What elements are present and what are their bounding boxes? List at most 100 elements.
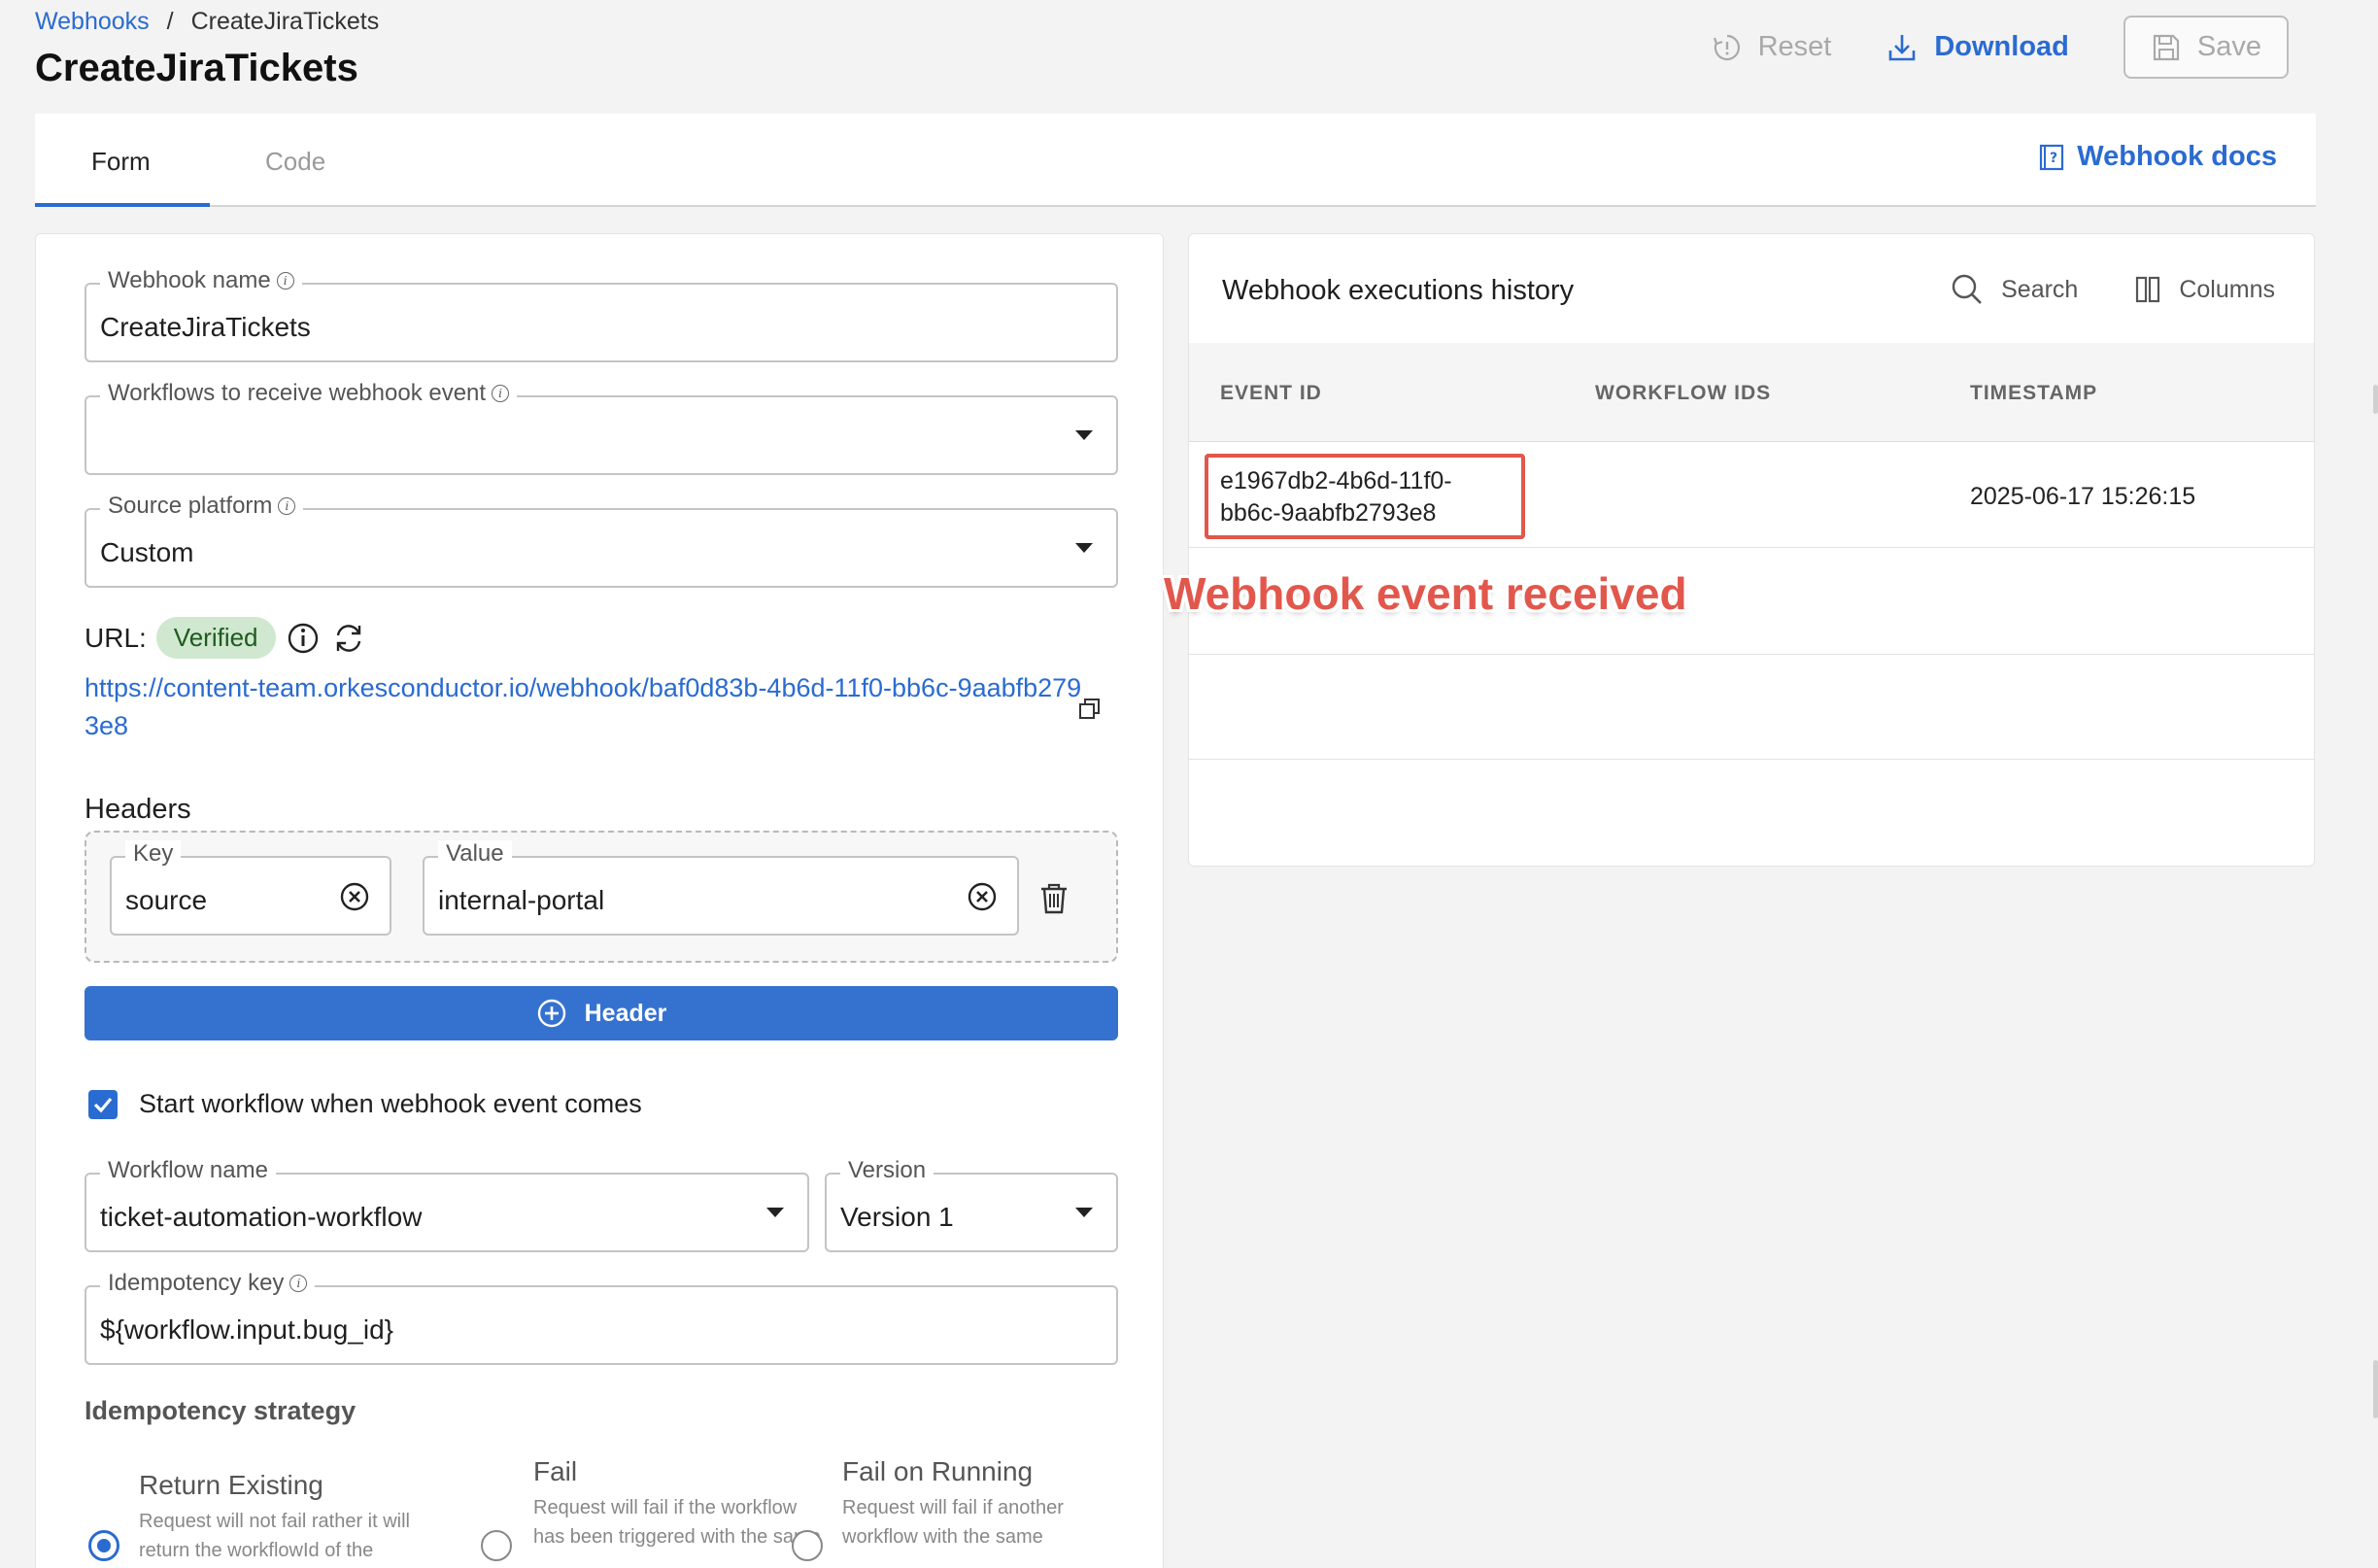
header-key-value: source — [125, 885, 208, 915]
tab-form[interactable]: Form — [91, 147, 151, 177]
top-actions: Reset Download Save — [1712, 16, 2289, 79]
reset-icon — [1713, 34, 1740, 60]
workflows-legend: Workflows to receive webhook event i — [100, 380, 518, 407]
columns-icon — [2136, 276, 2160, 303]
row-divider — [1189, 547, 2314, 548]
add-header-button[interactable]: Header — [85, 986, 1118, 1040]
source-platform-legend: Source platform i — [100, 493, 304, 520]
strategy-return-existing-radio[interactable] — [88, 1530, 119, 1561]
download-icon — [1889, 34, 1916, 60]
version-value: Version 1 — [840, 1202, 954, 1232]
columns-button[interactable]: Columns — [2134, 275, 2275, 304]
webhook-name-label: Webhook name — [108, 267, 271, 293]
timestamp-cell: 2025-06-17 15:26:15 — [1970, 483, 2196, 510]
workflows-select[interactable]: Workflows to receive webhook event i — [85, 380, 1118, 475]
webhook-docs-link[interactable]: ? Webhook docs — [2038, 141, 2277, 173]
column-header-workflow-ids[interactable]: WORKFLOW IDS — [1595, 382, 1771, 405]
copy-icon[interactable] — [1077, 697, 1103, 722]
workflow-name-label: Workflow name — [108, 1157, 268, 1183]
search-button[interactable]: Search — [1951, 273, 2078, 306]
dropdown-caret-icon[interactable] — [1075, 430, 1093, 440]
source-platform-value: Custom — [100, 537, 194, 567]
verified-badge: Verified — [155, 617, 276, 659]
webhook-docs-label: Webhook docs — [2077, 141, 2277, 172]
header-value-input[interactable]: Value internal-portal — [423, 840, 1019, 936]
url-label: URL: — [85, 622, 147, 653]
version-legend: Version — [840, 1157, 934, 1184]
start-workflow-checkbox[interactable] — [88, 1089, 118, 1119]
save-label: Save — [2196, 31, 2261, 62]
columns-label: Columns — [2179, 275, 2275, 303]
header-value-value: internal-portal — [438, 885, 605, 915]
idempotency-key-label: Idempotency key — [108, 1270, 285, 1296]
info-icon[interactable]: i — [276, 272, 294, 290]
strategy-option-title: Return Existing — [139, 1470, 323, 1500]
search-label: Search — [2001, 275, 2079, 303]
executions-history-panel: Webhook executions history Search Column… — [1188, 233, 2315, 867]
breadcrumb-webhooks-link[interactable]: Webhooks — [35, 8, 150, 36]
header-key-legend: Key — [125, 840, 182, 868]
webhook-url-link[interactable]: https://content-team.orkesconductor.io/w… — [85, 669, 1095, 745]
clear-icon[interactable] — [967, 881, 998, 912]
version-select[interactable]: Version Version 1 — [825, 1157, 1118, 1252]
strategy-option-title: Fail — [533, 1456, 578, 1486]
plus-circle-icon — [537, 999, 565, 1028]
strategy-return-existing[interactable]: Return Existing Request will not fail ra… — [139, 1470, 430, 1565]
workflows-label: Workflows to receive webhook event — [108, 380, 487, 406]
idempotency-strategy-title: Idempotency strategy — [85, 1396, 357, 1425]
download-label: Download — [1934, 31, 2069, 62]
workflow-name-legend: Workflow name — [100, 1157, 276, 1184]
idempotency-key-legend: Idempotency key i — [100, 1270, 316, 1297]
history-toolbar: Search Columns — [1951, 273, 2275, 306]
save-icon — [2153, 34, 2179, 60]
url-row: URL: Verified — [85, 617, 367, 659]
help-book-icon: ? — [2040, 144, 2064, 170]
svg-text:?: ? — [2050, 151, 2057, 166]
workflow-name-select[interactable]: Workflow name ticket-automation-workflow — [85, 1157, 809, 1252]
webhook-event-annotation: Webhook event received — [1164, 568, 1687, 619]
reset-button[interactable]: Reset — [1712, 31, 1831, 63]
start-workflow-label: Start workflow when webhook event comes — [139, 1089, 642, 1118]
source-platform-select[interactable]: Source platform i Custom — [85, 493, 1118, 588]
breadcrumb-separator: / — [166, 8, 174, 35]
scrollbar-handle[interactable] — [2373, 1360, 2378, 1418]
header-key-label: Key — [133, 840, 174, 867]
column-header-timestamp[interactable]: TIMESTAMP — [1970, 382, 2097, 405]
headers-title: Headers — [85, 794, 191, 825]
idempotency-key-value: ${workflow.input.bug_id} — [100, 1314, 393, 1345]
history-table-header: EVENT ID WORKFLOW IDS TIMESTAMP — [1189, 343, 2314, 442]
info-icon[interactable]: i — [278, 497, 296, 515]
add-header-label: Header — [584, 999, 667, 1027]
checkmark-icon — [93, 1097, 113, 1112]
strategy-option-title: Fail on Running — [842, 1456, 1034, 1486]
clear-icon[interactable] — [339, 881, 370, 912]
idempotency-key-field[interactable]: Idempotency key i ${workflow.input.bug_i… — [85, 1270, 1118, 1365]
strategy-fail-radio[interactable] — [481, 1530, 512, 1561]
info-circle-icon[interactable] — [286, 621, 321, 656]
download-button[interactable]: Download — [1885, 31, 2069, 64]
scrollbar-handle[interactable] — [2373, 385, 2378, 414]
dropdown-caret-icon[interactable] — [766, 1208, 784, 1217]
header-key-input[interactable]: Key source — [110, 840, 391, 936]
dropdown-caret-icon[interactable] — [1075, 543, 1093, 553]
strategy-fail-on-running[interactable]: Fail on Running Request will fail if ano… — [842, 1456, 1134, 1551]
active-tab-indicator — [35, 203, 210, 207]
strategy-fail[interactable]: Fail Request will fail if the workflow h… — [533, 1456, 825, 1551]
search-icon — [1952, 274, 1983, 304]
row-divider — [1189, 759, 2314, 760]
strategy-fail-on-running-radio[interactable] — [792, 1530, 823, 1561]
start-workflow-checkbox-row: Start workflow when webhook event comes — [88, 1089, 642, 1119]
info-icon[interactable]: i — [289, 1275, 308, 1292]
dropdown-caret-icon[interactable] — [1075, 1208, 1093, 1217]
refresh-icon[interactable] — [330, 620, 367, 657]
delete-header-trash-icon[interactable] — [1038, 881, 1070, 916]
tab-code[interactable]: Code — [265, 147, 325, 177]
webhook-form-panel: Webhook name i CreateJiraTickets Workflo… — [35, 233, 1164, 1568]
save-button[interactable]: Save — [2123, 16, 2289, 79]
webhook-name-legend: Webhook name i — [100, 267, 302, 294]
info-icon[interactable]: i — [492, 385, 510, 402]
column-header-event-id[interactable]: EVENT ID — [1220, 382, 1322, 405]
event-id-highlight-box — [1205, 454, 1525, 539]
webhook-name-field[interactable]: Webhook name i CreateJiraTickets — [85, 267, 1118, 362]
row-divider — [1189, 654, 2314, 655]
